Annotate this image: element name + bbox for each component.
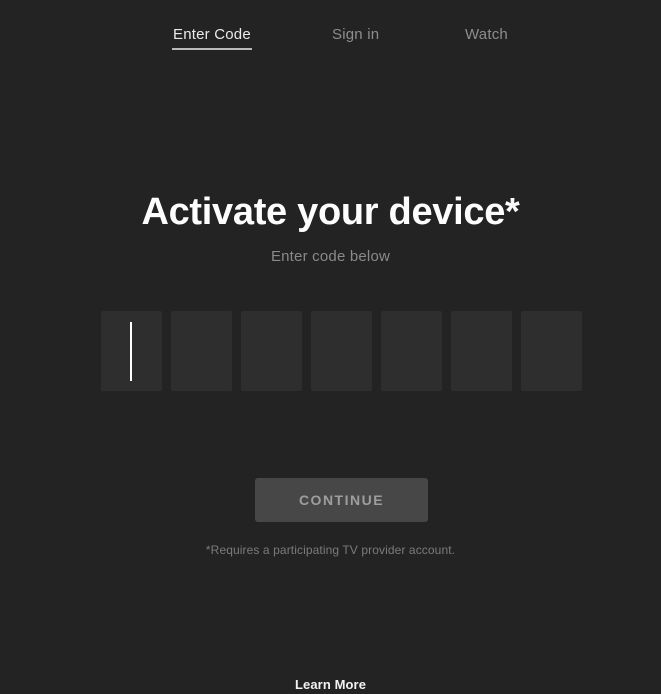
tab-watch-label: Watch	[465, 26, 508, 43]
text-caret	[130, 322, 132, 381]
code-input-1[interactable]	[101, 311, 162, 391]
code-entry-instruction: Enter code below	[270, 248, 391, 265]
page-title: Activate your device*	[141, 191, 520, 234]
code-input-7[interactable]	[521, 311, 582, 391]
code-input-4[interactable]	[311, 311, 372, 391]
tab-enter-code[interactable]: Enter Code	[172, 26, 252, 50]
tab-enter-code-label: Enter Code	[173, 26, 251, 43]
top-navigation: Enter Code Sign in Watch	[0, 0, 661, 78]
tab-watch[interactable]: Watch	[465, 26, 508, 50]
tab-sign-in-label: Sign in	[332, 26, 380, 43]
code-entry-group	[101, 311, 582, 391]
provider-requirement-note: *Requires a participating TV provider ac…	[205, 543, 456, 557]
code-input-2[interactable]	[171, 311, 232, 391]
continue-button-label: CONTINUE	[298, 492, 385, 508]
code-input-5[interactable]	[381, 311, 442, 391]
continue-button[interactable]: CONTINUE	[255, 478, 428, 522]
page-footer: Learn More	[0, 676, 661, 694]
code-input-3[interactable]	[241, 311, 302, 391]
code-input-6[interactable]	[451, 311, 512, 391]
tab-sign-in[interactable]: Sign in	[332, 26, 379, 50]
learn-more-link[interactable]: Learn More	[295, 677, 366, 692]
